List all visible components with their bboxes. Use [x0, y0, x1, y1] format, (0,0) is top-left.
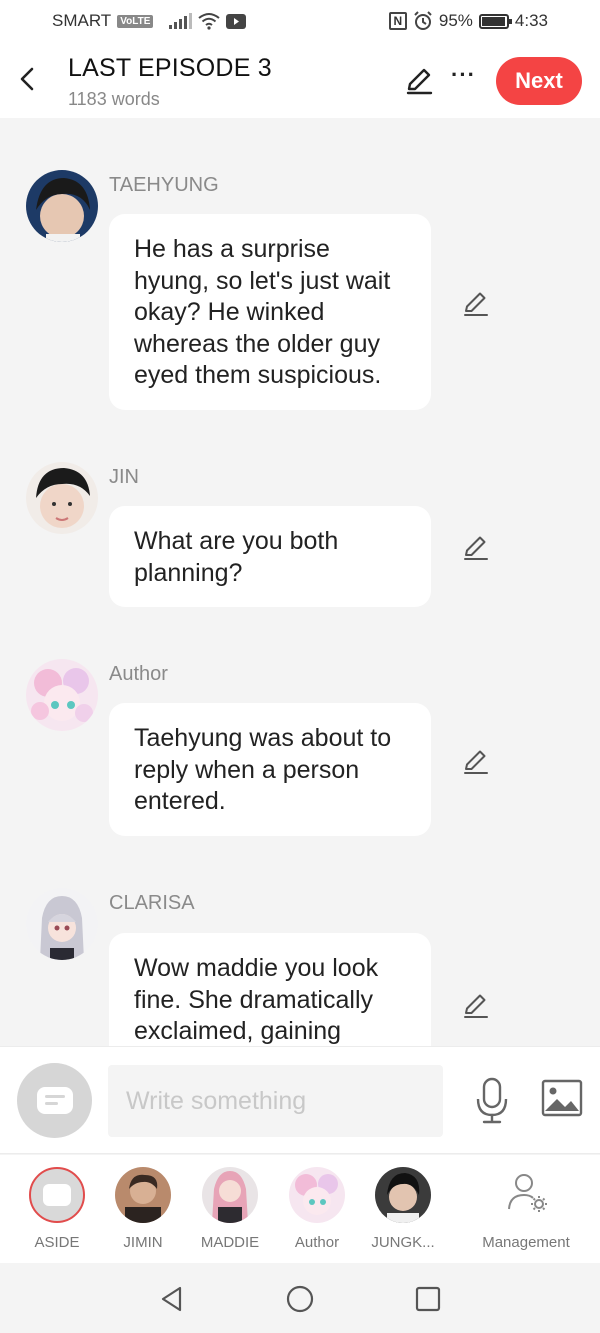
clock: 4:33: [514, 11, 548, 30]
avatar-jin[interactable]: [26, 462, 98, 534]
avatar-jungkook: [375, 1167, 431, 1223]
character-maddie[interactable]: MADDIE: [185, 1155, 275, 1263]
chat-bubble-icon: [43, 1184, 71, 1206]
sender-name: CLARISA: [109, 892, 195, 914]
volte-badge: VoLTE: [117, 14, 154, 28]
message-bubble[interactable]: Taehyung was about to reply when a perso…: [109, 703, 431, 836]
word-count: 1183 words: [68, 89, 160, 109]
pencil-icon[interactable]: [404, 66, 434, 96]
character-label: Author: [294, 1234, 340, 1251]
page-title: LAST EPISODE 3: [68, 54, 272, 82]
nav-back-icon[interactable]: [158, 1285, 186, 1313]
user-settings-icon: [508, 1174, 547, 1212]
character-label: MADDIE: [200, 1234, 260, 1251]
character-label: JIMIN: [123, 1234, 163, 1251]
alarm-icon: [414, 11, 432, 30]
system-nav-bar: [0, 1263, 600, 1333]
microphone-icon[interactable]: [474, 1077, 510, 1125]
status-right: N 95% 4:33: [388, 11, 548, 31]
character-bar: ASIDE JIMIN MADDIE Author JUNGK... Manag…: [0, 1155, 600, 1263]
aside-toggle-button[interactable]: [17, 1063, 92, 1138]
top-bar: LAST EPISODE 3 1183 words ··· Next: [0, 44, 600, 118]
composer-bar: [0, 1046, 600, 1154]
character-label: JUNGK...: [371, 1234, 435, 1251]
character-aside[interactable]: ASIDE: [12, 1155, 102, 1263]
avatar-jimin: [115, 1167, 171, 1223]
signal-icon: [169, 13, 193, 29]
avatar-taehyung[interactable]: [26, 170, 98, 242]
edit-pencil-icon[interactable]: [462, 748, 490, 776]
edit-pencil-icon[interactable]: [462, 290, 490, 318]
character-author[interactable]: Author: [272, 1155, 362, 1263]
image-icon[interactable]: [541, 1079, 583, 1117]
youtube-icon: [226, 13, 247, 29]
avatar-clarisa[interactable]: [26, 888, 98, 960]
message-bubble[interactable]: What are you both planning?: [109, 506, 431, 607]
message-bubble[interactable]: He has a surprise hyung, so let's just w…: [109, 214, 431, 410]
management-label: Management: [482, 1234, 570, 1251]
avatar-maddie: [202, 1167, 258, 1223]
avatar-author[interactable]: [26, 659, 98, 731]
character-label: ASIDE: [34, 1234, 80, 1251]
battery-percent: 95%: [438, 11, 473, 30]
battery-icon: [478, 13, 512, 29]
edit-pencil-icon[interactable]: [462, 534, 490, 562]
aside-avatar: [29, 1167, 85, 1223]
character-jungkook[interactable]: JUNGK...: [358, 1155, 448, 1263]
avatar-author: [289, 1167, 345, 1223]
edit-pencil-icon[interactable]: [462, 992, 490, 1020]
status-bar: SMART VoLTE N 95% 4:33: [0, 0, 600, 44]
message-input[interactable]: [108, 1065, 443, 1137]
status-left: SMART VoLTE: [52, 11, 247, 31]
chat-bubble-icon: [37, 1087, 73, 1114]
back-arrow-icon[interactable]: [16, 64, 40, 94]
management-button[interactable]: Management: [478, 1155, 574, 1263]
next-button[interactable]: Next: [496, 57, 582, 105]
sender-name: TAEHYUNG: [109, 174, 219, 196]
nfc-icon: N: [388, 12, 407, 30]
sender-name: JIN: [109, 466, 139, 488]
more-options-button[interactable]: ···: [451, 62, 476, 88]
message-feed[interactable]: TAEHYUNG He has a surprise hyung, so let…: [0, 118, 600, 1046]
carrier-name: SMART: [52, 11, 112, 30]
sender-name: Author: [109, 663, 168, 685]
nav-home-icon[interactable]: [286, 1285, 314, 1313]
wifi-icon: [198, 13, 221, 30]
message-bubble[interactable]: Wow maddie you look fine. She dramatical…: [109, 933, 431, 1046]
character-jimin[interactable]: JIMIN: [98, 1155, 188, 1263]
nav-recent-apps-icon[interactable]: [415, 1286, 441, 1312]
